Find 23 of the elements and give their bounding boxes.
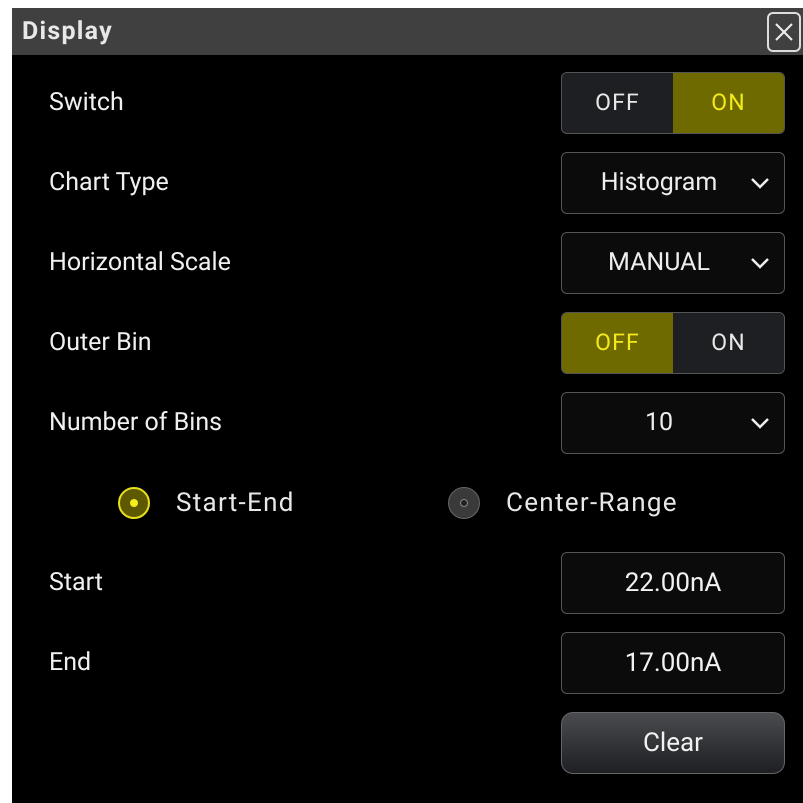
- setting-label: Start: [48, 567, 103, 600]
- chevron-down-icon: [750, 257, 770, 269]
- radio-option[interactable]: Center-Range: [448, 484, 678, 522]
- chevron-down-icon: [750, 417, 770, 429]
- setting-label: Horizontal Scale: [48, 247, 231, 280]
- toggle-option[interactable]: OFF: [562, 313, 673, 373]
- input-field[interactable]: 17.00nA: [561, 632, 785, 694]
- setting-label: Number of Bins: [48, 407, 222, 440]
- input-field[interactable]: 22.00nA: [561, 552, 785, 614]
- close-button[interactable]: [767, 12, 801, 52]
- radio-option[interactable]: Start-End: [118, 484, 448, 522]
- setting-label: Chart Type: [48, 167, 169, 200]
- clear-button[interactable]: Clear: [561, 712, 785, 774]
- dropdown[interactable]: MANUAL: [561, 232, 785, 294]
- setting-label: End: [48, 647, 92, 680]
- chevron-down-icon: [750, 177, 770, 189]
- dropdown[interactable]: Histogram: [561, 152, 785, 214]
- setting-label: Outer Bin: [48, 327, 152, 360]
- dropdown[interactable]: 10: [561, 392, 785, 454]
- dialog-title: Display: [22, 16, 113, 48]
- setting-label: Switch: [48, 87, 124, 120]
- toggle-option[interactable]: ON: [673, 73, 784, 133]
- close-icon: [774, 22, 794, 42]
